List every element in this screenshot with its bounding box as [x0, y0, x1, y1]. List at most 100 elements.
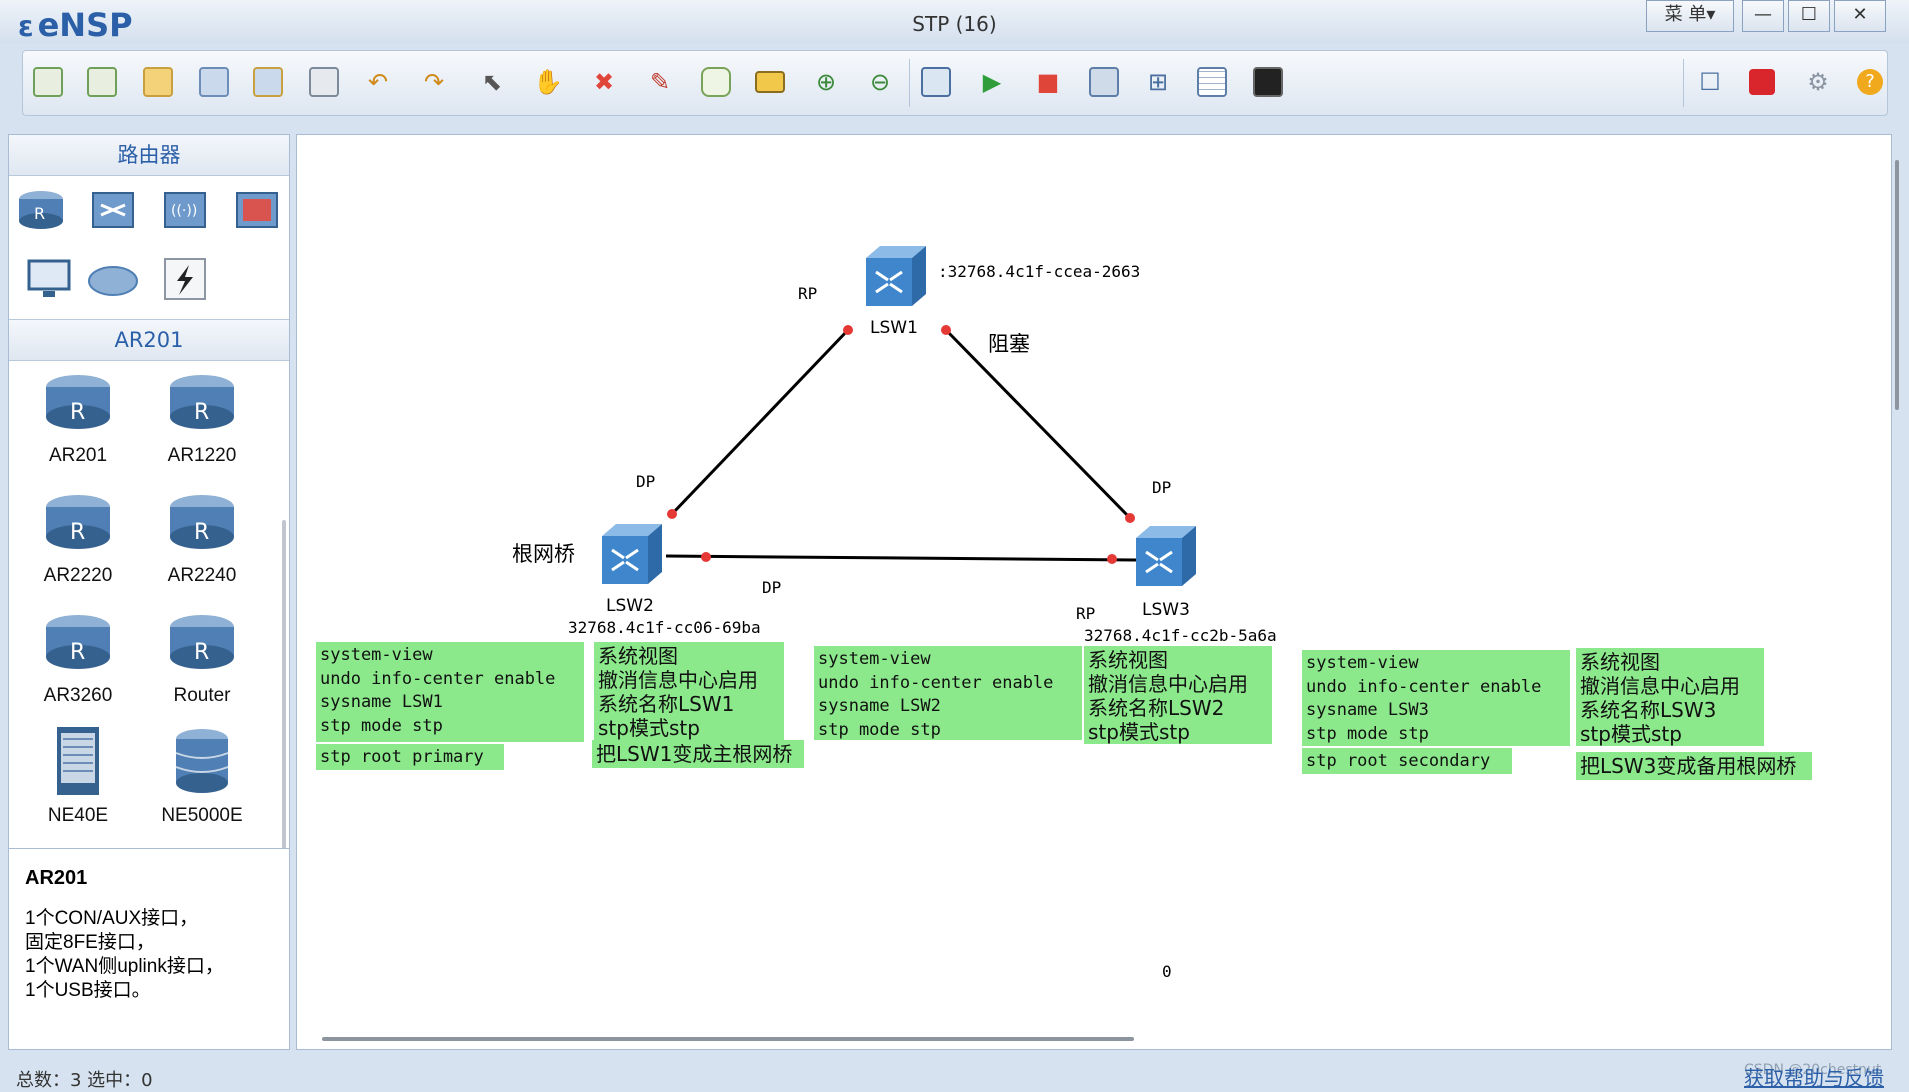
hand-pan-icon[interactable]: ✋ [531, 65, 565, 99]
note-lsw2-cn[interactable]: 系统视图 撤消信息中心启用 系统名称LSW2 stp模式stp [1084, 646, 1272, 744]
settings-gear-icon[interactable]: ⚙ [1801, 65, 1835, 99]
router-icon: R [46, 615, 110, 669]
pc-category-icon[interactable] [23, 255, 75, 303]
grid-icon[interactable] [1195, 65, 1229, 99]
device-ar201[interactable]: R AR201 [23, 371, 133, 467]
firewall-category-icon[interactable] [231, 185, 283, 233]
subcategory-title: AR201 [9, 319, 289, 361]
toolbar: ↶ ↷ ⬉ ✋ ✖ ✎ ⊕ ⊖ ▶ ■ ⊞ ☐ ⚙ ? [22, 50, 1888, 116]
help-feedback-link[interactable]: 获取帮助与反馈 [1744, 1062, 1884, 1091]
close-button[interactable]: ✕ [1834, 0, 1886, 32]
maximize-button[interactable]: ☐ [1788, 0, 1830, 32]
lsw2-bridge-id: 32768.4c1f-cc06-69ba [568, 618, 761, 637]
open-folder-icon[interactable] [141, 65, 175, 99]
rectangle-icon[interactable] [753, 65, 787, 99]
switch-category-icon[interactable] [87, 185, 139, 233]
text-note-icon[interactable] [699, 65, 733, 99]
router-icon: R [170, 375, 234, 429]
print-icon[interactable] [307, 65, 341, 99]
start-device-icon[interactable]: ▶ [975, 65, 1009, 99]
router-category-icon[interactable]: R [15, 185, 67, 233]
new-topology-icon[interactable] [31, 65, 65, 99]
router-icon: R [170, 615, 234, 669]
switch-lsw3-icon[interactable] [1130, 524, 1198, 590]
svg-text:R: R [70, 640, 85, 665]
note-lsw3-root-secondary[interactable]: stp root secondary [1302, 748, 1512, 774]
device-ar1220[interactable]: R AR1220 [147, 371, 257, 467]
redo-icon[interactable]: ↷ [417, 65, 451, 99]
router-icon: R [46, 375, 110, 429]
stop-device-icon[interactable]: ■ [1031, 65, 1065, 99]
lsw1-name: LSW1 [870, 318, 918, 338]
connection-category-icon[interactable] [159, 255, 211, 303]
undo-icon[interactable]: ↶ [361, 65, 395, 99]
device-label: AR3260 [43, 685, 113, 706]
note-lsw1-cn[interactable]: 系统视图 撤消信息中心启用 系统名称LSW1 stp模式stp [594, 642, 784, 740]
device-label: AR201 [48, 445, 108, 466]
switch-lsw2-icon[interactable] [596, 522, 664, 588]
svg-text:R: R [70, 520, 85, 545]
note-lsw1-cn-extra[interactable]: 把LSW1变成主根网桥 [592, 740, 804, 768]
toolbar-separator [909, 59, 910, 107]
capture-icon[interactable] [1087, 65, 1121, 99]
note-lsw3-commands[interactable]: system-view undo info-center enable sysnam… [1302, 650, 1570, 746]
svg-text:R: R [34, 204, 45, 223]
wireless-category-icon[interactable]: ((·)) [159, 185, 211, 233]
svg-text:((·)): ((·)) [171, 203, 197, 219]
canvas-horizontal-scrollbar[interactable] [322, 1037, 1134, 1041]
device-ne40e[interactable]: NE40E [23, 725, 133, 827]
lsw2-port-dp-top: DP [636, 472, 656, 491]
device-ar3260[interactable]: R AR3260 [23, 611, 133, 707]
delete-icon[interactable]: ✖ [587, 65, 621, 99]
save-icon[interactable] [197, 65, 231, 99]
screen-icon[interactable] [1251, 65, 1285, 99]
svg-text:R: R [194, 640, 209, 665]
new-example-icon[interactable] [85, 65, 119, 99]
note-lsw1-commands[interactable]: system-view undo info-center enable sysnam… [316, 642, 584, 742]
switch-lsw1-icon[interactable] [860, 244, 928, 310]
category-title: 路由器 [9, 135, 289, 176]
note-lsw3-cn-extra[interactable]: 把LSW3变成备用根网桥 [1576, 752, 1812, 780]
device-label: Router [173, 685, 231, 706]
device-label: AR1220 [167, 445, 237, 466]
cloud-category-icon[interactable] [87, 255, 139, 303]
router-icon: R [170, 495, 234, 549]
device-label: NE40E [47, 805, 109, 826]
fit-1-to-1-icon[interactable] [919, 65, 953, 99]
lsw3-bridge-id: 32768.4c1f-cc2b-5a6a [1084, 626, 1277, 645]
menu-button[interactable]: 菜 单▾ [1646, 0, 1734, 32]
description-line: 1个USB接口。 [25, 980, 151, 1001]
device-list-scrollbar[interactable] [282, 520, 286, 855]
device-ne5000e[interactable]: NE5000E [147, 725, 257, 827]
canvas-vertical-scrollbar[interactable] [1895, 160, 1899, 410]
svg-text:R: R [194, 400, 209, 425]
chat-icon[interactable]: ☐ [1693, 65, 1727, 99]
device-ar2240[interactable]: R AR2240 [147, 491, 257, 587]
lsw2-port-dp-right: DP [762, 578, 782, 597]
minimize-button[interactable]: — [1742, 0, 1784, 32]
save-as-icon[interactable] [251, 65, 285, 99]
device-label: AR2240 [167, 565, 237, 586]
note-lsw3-cn[interactable]: 系统视图 撤消信息中心启用 系统名称LSW3 stp模式stp [1576, 648, 1764, 746]
title-bar: ε eNSP STP (16) 菜 单▾ — ☐ ✕ [0, 0, 1909, 44]
delete-link-icon[interactable]: ✎ [643, 65, 677, 99]
description-title: AR201 [25, 867, 88, 889]
note-lsw1-root-primary[interactable]: stp root primary [316, 744, 504, 770]
toolbar-separator [1683, 59, 1684, 107]
status-bar: 总数：3 选中：0 [0, 1058, 1909, 1091]
device-ar2220[interactable]: R AR2220 [23, 491, 133, 587]
device-router[interactable]: R Router [147, 611, 257, 707]
zoom-in-icon[interactable]: ⊕ [809, 65, 843, 99]
help-icon[interactable]: ? [1853, 65, 1887, 99]
topology-icon[interactable]: ⊞ [1141, 65, 1175, 99]
svg-text:R: R [70, 400, 85, 425]
zoom-out-icon[interactable]: ⊖ [863, 65, 897, 99]
lsw2-name: LSW2 [606, 596, 654, 616]
chassis-icon [57, 727, 99, 795]
status-summary: 总数：3 选中：0 [16, 1070, 153, 1091]
root-bridge-label: 根网桥 [512, 542, 575, 566]
select-pointer-icon[interactable]: ⬉ [475, 65, 509, 99]
huawei-logo-icon[interactable] [1745, 65, 1779, 99]
note-lsw2-commands[interactable]: system-view undo info-center enable sysnam… [814, 646, 1082, 740]
lsw3-port-dp: DP [1152, 478, 1172, 497]
